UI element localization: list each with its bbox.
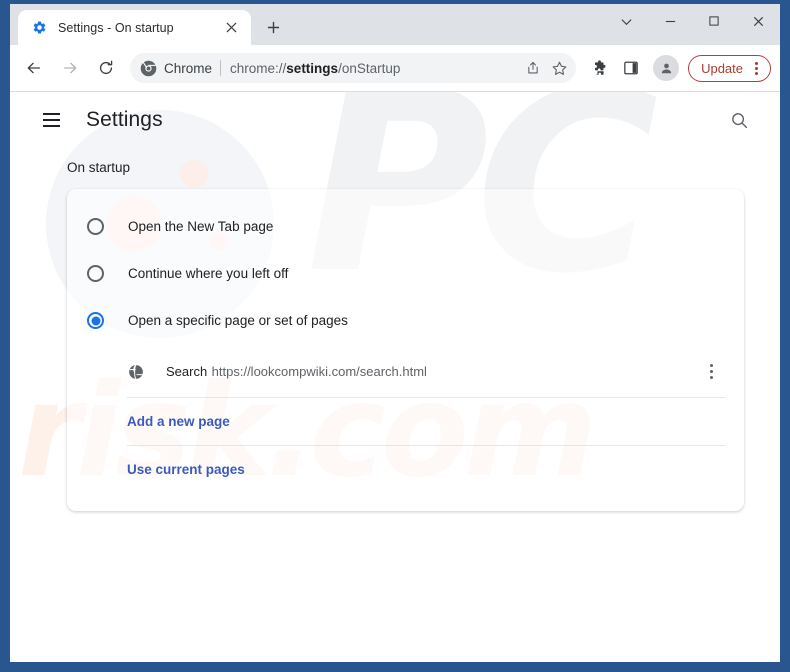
settings-page: PC risk.com Settings On startup Op — [10, 92, 780, 662]
radio-button[interactable] — [87, 265, 104, 282]
section-heading: On startup — [67, 160, 131, 175]
star-icon[interactable] — [546, 55, 572, 81]
bar — [42, 119, 60, 121]
more-vert-icon[interactable] — [747, 59, 765, 77]
chevron-down-icon[interactable] — [604, 4, 648, 38]
hamburger-menu-icon[interactable] — [32, 101, 70, 139]
window-caption-buttons — [604, 4, 780, 38]
browser-toolbar: Chrome chrome://settings/onStartup Updat… — [10, 45, 780, 92]
omnibox-scheme-label: Chrome — [164, 60, 213, 76]
more-vert-icon[interactable] — [698, 359, 724, 385]
use-current-pages-label: Use current pages — [127, 462, 245, 477]
startup-page-title: Search — [166, 363, 208, 379]
dot — [709, 376, 713, 379]
chrome-logo-icon — [140, 60, 157, 77]
gear-icon — [31, 20, 47, 36]
settings-header: Settings — [10, 92, 780, 148]
startup-page-url: https://lookcompwiki.com/search.html — [211, 363, 427, 379]
url-prefix: chrome:// — [230, 60, 287, 76]
share-icon[interactable] — [520, 55, 546, 81]
dot — [709, 370, 713, 373]
startup-option-new-tab[interactable]: Open the New Tab page — [67, 203, 744, 250]
new-tab-button[interactable] — [259, 13, 287, 41]
browser-tab[interactable]: Settings - On startup — [18, 10, 251, 45]
reload-button[interactable] — [90, 52, 122, 84]
browser-window: Settings - On startup Chrome chrome://se… — [0, 0, 790, 672]
extensions-button[interactable] — [584, 53, 614, 83]
globe-icon — [127, 363, 145, 381]
radio-button-selected[interactable] — [87, 312, 104, 329]
url-suffix: /onStartup — [338, 60, 401, 76]
minimize-icon[interactable] — [648, 4, 692, 38]
maximize-icon[interactable] — [692, 4, 736, 38]
tab-strip: Settings - On startup — [10, 4, 780, 45]
close-icon[interactable] — [736, 4, 780, 38]
update-button-label: Update — [701, 60, 743, 76]
update-button[interactable]: Update — [688, 54, 771, 82]
add-a-new-page-label: Add a new page — [127, 414, 230, 429]
dot — [709, 364, 713, 367]
use-current-pages-link[interactable]: Use current pages — [127, 446, 726, 493]
startup-option-continue[interactable]: Continue where you left off — [67, 250, 744, 297]
page-title: Settings — [86, 108, 163, 131]
omnibox-divider — [220, 60, 222, 76]
url-bold-segment: settings — [286, 60, 339, 76]
tab-close-icon[interactable] — [221, 18, 241, 38]
bar — [42, 125, 60, 127]
profile-avatar[interactable] — [653, 55, 680, 81]
add-a-new-page-link[interactable]: Add a new page — [127, 398, 726, 445]
on-startup-card: Open the New Tab page Continue where you… — [67, 189, 744, 511]
startup-option-label: Continue where you left off — [128, 266, 289, 281]
tab-title: Settings - On startup — [58, 20, 174, 35]
side-panel-icon[interactable] — [616, 53, 646, 83]
dot — [754, 61, 758, 65]
back-button[interactable] — [18, 52, 50, 84]
startup-option-label: Open the New Tab page — [128, 219, 274, 234]
startup-option-specific-pages[interactable]: Open a specific page or set of pages — [67, 297, 744, 344]
address-bar[interactable]: Chrome chrome://settings/onStartup — [130, 53, 577, 83]
forward-button[interactable] — [54, 52, 86, 84]
startup-page-row[interactable]: Search https://lookcompwiki.com/search.h… — [127, 346, 726, 397]
search-icon[interactable] — [720, 101, 758, 139]
dot — [754, 66, 758, 70]
startup-page-text: Search https://lookcompwiki.com/search.h… — [166, 363, 698, 381]
omnibox-url-text: chrome://settings/onStartup — [230, 61, 520, 76]
radio-button[interactable] — [87, 218, 104, 235]
bar — [42, 113, 60, 115]
dot — [754, 71, 758, 75]
startup-option-label: Open a specific page or set of pages — [128, 313, 348, 328]
